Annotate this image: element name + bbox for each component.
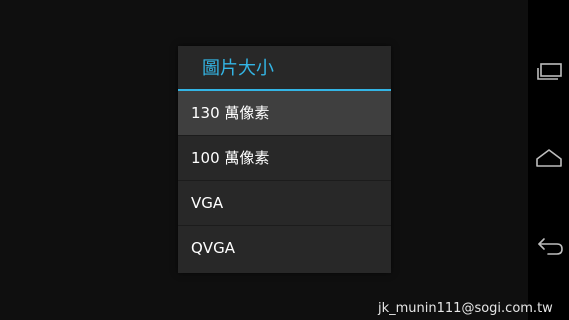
option-label: QVGA bbox=[191, 239, 235, 257]
option-130-megapixel[interactable]: 130 萬像素 bbox=[178, 91, 391, 136]
recent-apps-icon bbox=[537, 63, 562, 80]
home-icon bbox=[536, 149, 562, 167]
option-label: 100 萬像素 bbox=[191, 149, 270, 167]
image-size-dialog: 圖片大小 130 萬像素 100 萬像素 VGA QVGA bbox=[178, 46, 391, 273]
home-button[interactable] bbox=[532, 142, 566, 176]
option-100-megapixel[interactable]: 100 萬像素 bbox=[178, 136, 391, 181]
option-vga[interactable]: VGA bbox=[178, 181, 391, 226]
option-label: 130 萬像素 bbox=[191, 104, 270, 122]
option-label: VGA bbox=[191, 194, 224, 212]
recent-apps-button[interactable] bbox=[532, 54, 566, 88]
back-button[interactable] bbox=[532, 230, 566, 264]
watermark-text: jk_munin111@sogi.com.tw bbox=[378, 301, 553, 316]
back-icon bbox=[538, 238, 563, 255]
dialog-title: 圖片大小 bbox=[202, 58, 274, 79]
navigation-bar bbox=[528, 0, 569, 320]
screen: 圖片大小 130 萬像素 100 萬像素 VGA QVGA jk_munin11… bbox=[0, 0, 569, 320]
option-qvga[interactable]: QVGA bbox=[178, 226, 391, 273]
